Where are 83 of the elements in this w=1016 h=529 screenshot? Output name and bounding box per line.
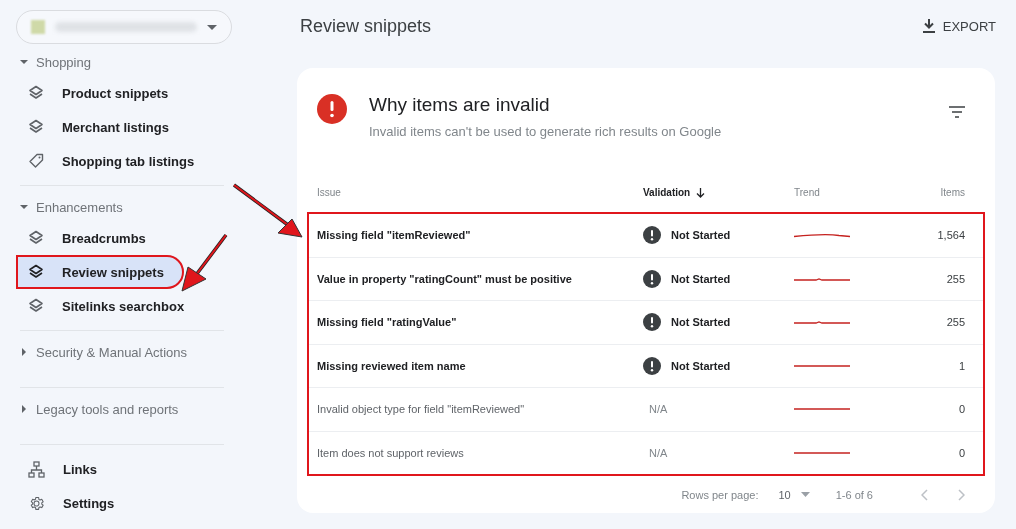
layers-icon <box>28 119 44 135</box>
issue-cell-text: Missing field "ratingValue" <box>317 316 458 329</box>
table-row[interactable]: Missing reviewed item name Not Started 1 <box>309 344 983 389</box>
items-count: 0 <box>957 446 965 459</box>
validation-status: N/A <box>648 403 668 416</box>
table-row[interactable]: Value in property "ratingCount" must be positive Not Started 255 <box>309 257 983 302</box>
sidebar-item[interactable]: Shopping tab listings <box>16 144 242 178</box>
issue-cell-text: Item does not support reviews <box>317 446 465 459</box>
page-title: Review snippets <box>300 15 432 37</box>
rows-per-page-label: Rows per page: <box>681 488 759 501</box>
sitemap-icon <box>28 460 45 478</box>
layers-icon <box>28 85 44 101</box>
table-row[interactable]: Missing field "itemReviewed" Not Started 1,564 <box>309 214 983 258</box>
tag-icon <box>28 153 44 169</box>
table-row[interactable]: Invalid object type for field "itemReviewed" N/A 0 <box>309 388 983 432</box>
issue-cell-text: Invalid object type for field "itemReviewed" <box>317 403 526 416</box>
column-header[interactable]: Items <box>905 187 965 199</box>
property-selector[interactable] <box>16 10 232 44</box>
chevron-left-icon <box>921 488 928 501</box>
caret-right-icon <box>20 405 28 413</box>
exclamation-icon <box>643 313 661 332</box>
layers-icon <box>28 230 44 246</box>
issue-cell-text: Missing field "itemReviewed" <box>317 229 472 242</box>
export-button[interactable]: EXPORT <box>922 18 996 34</box>
chevron-right-icon <box>958 488 965 501</box>
error-icon <box>317 94 347 124</box>
card-title: Why items are invalid <box>369 94 551 116</box>
next-page-button[interactable] <box>958 488 965 501</box>
rows-per-page-select[interactable]: 10 <box>778 488 810 501</box>
trend-sparkline <box>794 451 850 454</box>
previous-page-button[interactable] <box>921 488 928 501</box>
sidebar-item[interactable]: Settings <box>16 486 242 520</box>
page-range: 1-6 of 6 <box>835 488 873 501</box>
items-count: 1,564 <box>936 229 965 242</box>
caret-down-icon <box>20 203 28 211</box>
column-header[interactable]: Trend <box>794 187 905 199</box>
validation-status: Not Started <box>671 359 731 372</box>
section-header[interactable]: Shopping <box>16 48 282 76</box>
exclamation-icon <box>643 356 661 375</box>
trend-sparkline <box>794 320 850 325</box>
items-count: 255 <box>945 316 965 329</box>
items-count: 1 <box>957 359 965 372</box>
section-header[interactable]: Security & Manual Actions <box>16 338 282 366</box>
sort-arrow-icon <box>696 187 706 198</box>
trend-sparkline <box>794 233 850 238</box>
trend-sparkline <box>794 364 850 367</box>
section-header[interactable]: Enhancements <box>16 193 282 221</box>
filter-icon[interactable] <box>949 106 965 118</box>
section-header[interactable]: Legacy tools and reports <box>16 395 282 423</box>
sidebar-item[interactable]: Merchant listings <box>16 110 242 144</box>
download-icon <box>922 19 935 33</box>
issue-cell-text: Missing reviewed item name <box>317 359 467 372</box>
annotation-arrow <box>232 183 304 239</box>
trend-sparkline <box>794 408 850 411</box>
sidebar-item[interactable]: Review snippets <box>16 255 184 289</box>
layers-icon <box>28 264 44 280</box>
caret-icon <box>800 492 810 498</box>
column-header[interactable]: Validation <box>643 187 794 199</box>
exclamation-icon <box>643 269 661 288</box>
exclamation-icon <box>643 226 661 245</box>
sidebar-item[interactable]: Breadcrumbs <box>16 221 242 255</box>
validation-status: Not Started <box>671 316 731 329</box>
sidebar-item[interactable]: Links <box>16 452 242 486</box>
table-row[interactable]: Item does not support reviews N/A 0 <box>309 431 983 475</box>
card-subtitle: Invalid items can't be used to generate rich results on Google <box>369 124 723 139</box>
items-count: 255 <box>945 272 965 285</box>
sidebar-item[interactable]: Sitelinks searchbox <box>16 289 242 323</box>
items-count: 0 <box>957 403 965 416</box>
annotation-arrow <box>180 233 230 293</box>
sidebar-item[interactable]: Product snippets <box>16 76 242 110</box>
settings-icon <box>28 494 45 512</box>
validation-status: N/A <box>648 446 668 459</box>
caret-down-icon <box>20 58 28 66</box>
table-row[interactable]: Missing field "ratingValue" Not Started 255 <box>309 301 983 345</box>
caret-icon <box>207 24 217 30</box>
layers-icon <box>28 298 44 314</box>
property-favicon <box>31 20 45 34</box>
trend-sparkline <box>794 276 850 281</box>
validation-status: Not Started <box>671 272 731 285</box>
caret-right-icon <box>20 348 28 356</box>
issue-cell-text: Value in property "ratingCount" must be positive <box>317 272 573 285</box>
validation-status: Not Started <box>671 229 731 242</box>
column-header[interactable]: Issue <box>317 187 643 199</box>
